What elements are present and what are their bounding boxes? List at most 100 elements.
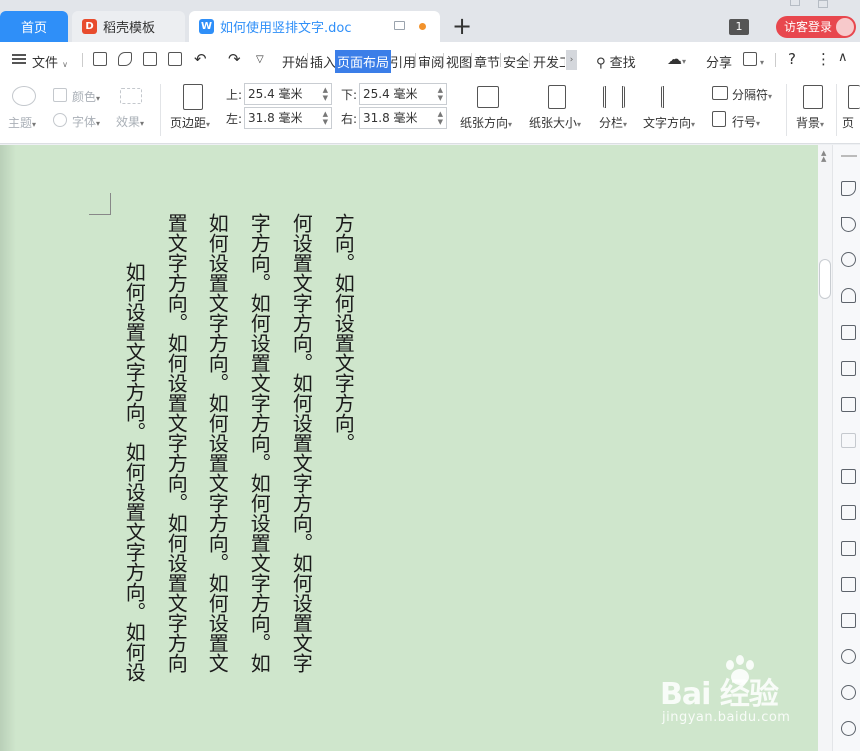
paper-size-button[interactable]: 纸张大小▾ xyxy=(529,114,581,131)
chart-icon[interactable] xyxy=(841,397,856,412)
menu-tab-insert[interactable]: 插入 xyxy=(310,52,336,71)
visitor-login-button[interactable]: 访客登录 xyxy=(776,16,856,38)
more-options-icon[interactable]: ⋮ xyxy=(816,50,831,68)
line-number-label: 行号 xyxy=(732,115,757,129)
font-theme-label: 字体 xyxy=(72,115,97,129)
divider xyxy=(786,84,787,136)
collapse-ribbon-icon[interactable]: ∧ xyxy=(838,50,848,65)
orientation-icon[interactable] xyxy=(477,86,499,108)
screen-icon[interactable] xyxy=(394,21,405,30)
help-icon[interactable]: ? xyxy=(788,50,796,68)
image-gallery-icon[interactable] xyxy=(841,469,856,484)
left-margin-label: 左: xyxy=(226,112,243,126)
menu-tab-references[interactable]: 引用 xyxy=(390,52,416,71)
help-circle-icon[interactable] xyxy=(841,721,856,736)
page-border-icon[interactable] xyxy=(848,85,860,109)
customize-toolbar-icon[interactable]: ▽ xyxy=(256,54,264,65)
share-button[interactable]: 分享 xyxy=(706,52,732,71)
spinner-icon[interactable]: ▲ ▼ xyxy=(323,86,328,102)
page-border-button[interactable]: 页 xyxy=(842,114,854,131)
window-count-badge[interactable]: 1 xyxy=(729,19,749,35)
vertical-scrollbar[interactable]: ▲ ▲ xyxy=(818,145,832,751)
pen-icon[interactable] xyxy=(841,181,856,196)
table-icon[interactable] xyxy=(841,325,856,340)
shield-icon[interactable] xyxy=(841,649,856,664)
maximize-icon[interactable] xyxy=(818,0,828,8)
tab-home[interactable]: 首页 xyxy=(0,11,68,42)
paper-size-icon[interactable] xyxy=(548,85,566,109)
margins-button[interactable]: 页边距▾ xyxy=(170,114,210,131)
menu-tab-page-layout[interactable]: 页面布局 xyxy=(335,50,392,73)
print-icon[interactable] xyxy=(143,52,157,66)
top-margin-input[interactable]: 25.4 毫米 ▲ ▼ xyxy=(244,83,332,105)
color-button[interactable]: 颜色▾ xyxy=(72,88,100,105)
menu-scroll-right-button[interactable]: › xyxy=(566,50,577,70)
text-column[interactable]: 如何设置文字方向。如何设置文字方向。如何设 xyxy=(122,262,146,682)
text-direction-icon[interactable] xyxy=(661,86,683,108)
print-preview-icon[interactable] xyxy=(168,52,182,66)
columns-button[interactable]: 分栏▾ xyxy=(599,114,627,131)
menu-tab-review[interactable]: 审阅 xyxy=(418,52,444,71)
orientation-button[interactable]: 纸张方向▾ xyxy=(460,114,512,131)
cloud-sync-icon[interactable]: ☁▾ xyxy=(667,50,686,68)
text-column[interactable]: 方向。如何设置文字方向。 xyxy=(331,213,355,453)
minimize-icon[interactable] xyxy=(790,0,800,6)
tab-document[interactable]: W 如何使用竖排文字.doc xyxy=(189,11,440,42)
text-column[interactable]: 如何设置文字方向。如何设置文字方向。如何设置文 xyxy=(205,213,229,673)
chevron-down-icon[interactable]: ▾ xyxy=(760,54,764,69)
tab-daoke-template[interactable]: D 稻壳模板 xyxy=(72,11,185,42)
scrollbar-thumb[interactable] xyxy=(819,259,831,299)
scroll-up-icon[interactable]: ▲ ▲ xyxy=(821,150,826,163)
effect-button[interactable]: 效果▾ xyxy=(116,113,144,130)
menu-tab-chapter[interactable]: 章节 xyxy=(474,52,500,71)
schedule-icon[interactable] xyxy=(743,52,757,66)
right-margin-input[interactable]: 31.8 毫米 ▲ ▼ xyxy=(359,107,447,129)
line-number-button[interactable]: 行号▾ xyxy=(732,113,760,130)
menu-tab-developer[interactable]: 开发工 xyxy=(533,52,565,71)
theme-icon[interactable] xyxy=(12,86,36,106)
separator-icon[interactable] xyxy=(712,86,728,100)
grid-icon[interactable] xyxy=(841,361,856,376)
undo-icon[interactable]: ↶ xyxy=(194,50,207,68)
new-tab-button[interactable]: + xyxy=(452,14,472,38)
format-painter-icon[interactable] xyxy=(118,52,132,66)
effect-icon[interactable] xyxy=(120,88,142,104)
drag-handle-icon[interactable] xyxy=(841,155,857,157)
background-icon[interactable] xyxy=(803,85,823,109)
menu-hamburger-icon[interactable] xyxy=(12,54,26,64)
columns-icon[interactable] xyxy=(603,86,625,108)
save-icon[interactable] xyxy=(93,52,107,66)
archive-icon[interactable] xyxy=(841,577,856,592)
color-icon[interactable] xyxy=(53,88,67,102)
background-button[interactable]: 背景▾ xyxy=(796,114,824,131)
translate-icon[interactable] xyxy=(841,541,856,556)
font-theme-icon[interactable] xyxy=(53,113,67,127)
text-direction-button[interactable]: 文字方向▾ xyxy=(643,114,695,131)
text-column[interactable]: 字方向。如何设置文字方向。如何设置文字方向。如 xyxy=(247,213,271,673)
menu-tab-start[interactable]: 开始 xyxy=(282,52,308,71)
history-icon[interactable] xyxy=(841,685,856,700)
menu-tab-security[interactable]: 安全 xyxy=(503,52,529,71)
bottom-margin-input[interactable]: 25.4 毫米 ▲ ▼ xyxy=(359,83,447,105)
style-icon[interactable] xyxy=(841,288,856,303)
search-button[interactable]: ⚲ 查找 xyxy=(596,52,636,71)
spinner-icon[interactable]: ▲ ▼ xyxy=(438,86,443,102)
divider xyxy=(160,84,161,136)
text-column[interactable]: 置文字方向。如何设置文字方向。如何设置文字方向 xyxy=(164,213,188,673)
font-theme-button[interactable]: 字体▾ xyxy=(72,113,100,130)
picture-icon[interactable] xyxy=(841,613,856,628)
spinner-icon[interactable]: ▲ ▼ xyxy=(438,110,443,126)
menu-tab-view[interactable]: 视图 xyxy=(446,52,472,71)
spinner-icon[interactable]: ▲ ▼ xyxy=(323,110,328,126)
export-icon[interactable] xyxy=(841,505,856,520)
theme-button[interactable]: 主题▾ xyxy=(8,114,36,131)
line-number-icon[interactable] xyxy=(712,111,726,127)
shapes-icon[interactable] xyxy=(841,252,856,267)
margins-icon[interactable] xyxy=(183,84,203,110)
separator-button[interactable]: 分隔符▾ xyxy=(732,86,772,103)
redo-icon[interactable]: ↷ xyxy=(228,50,241,68)
file-menu[interactable]: 文件 ∨ xyxy=(32,52,68,71)
text-column[interactable]: 何设置文字方向。如何设置文字方向。如何设置文字 xyxy=(289,213,313,673)
left-margin-input[interactable]: 31.8 毫米 ▲ ▼ xyxy=(244,107,332,129)
cursor-select-icon[interactable] xyxy=(841,217,856,232)
